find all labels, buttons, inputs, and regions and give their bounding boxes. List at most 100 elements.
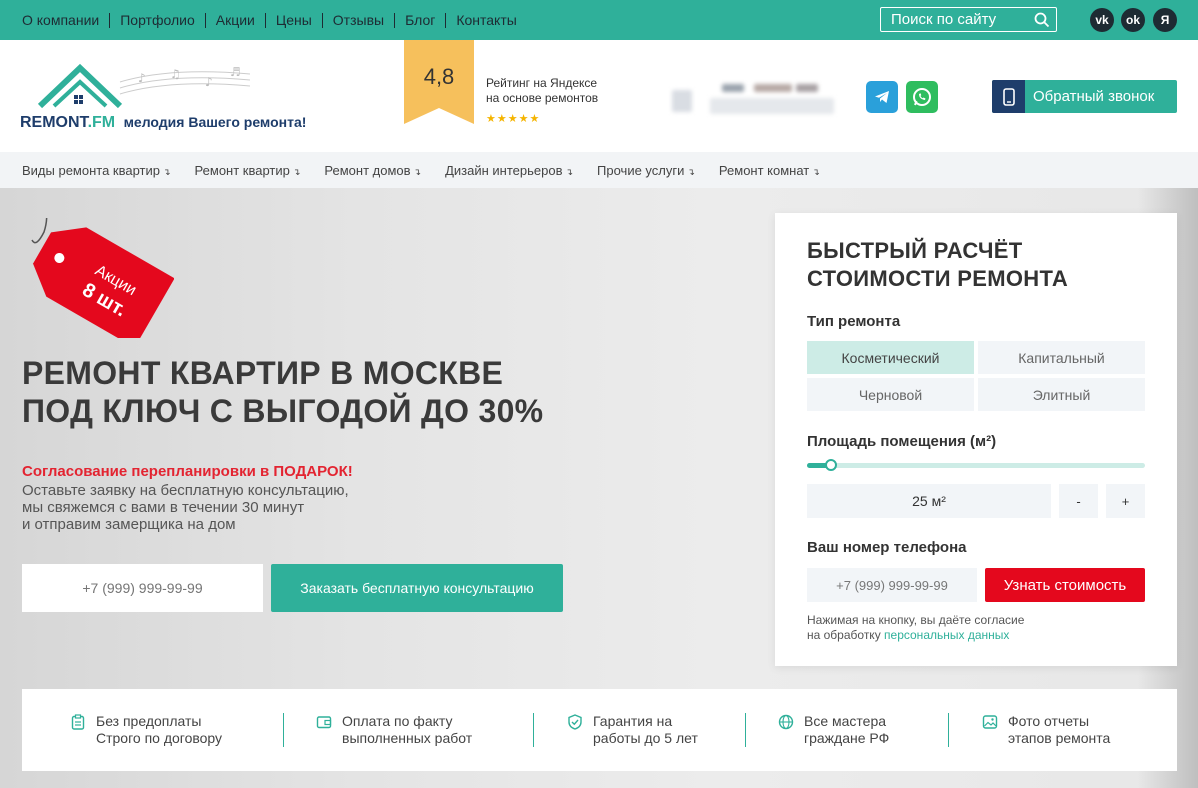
- subnav-interior-design[interactable]: Дизайн интерьеров ↴: [445, 163, 573, 178]
- telegram-icon[interactable]: [866, 81, 898, 113]
- area-slider-handle[interactable]: [825, 459, 837, 471]
- feature-line2: работы до 5 лет: [593, 730, 698, 746]
- chevron-down-icon: ↴: [163, 166, 171, 177]
- subnav-label: Прочие услуги: [597, 162, 685, 178]
- free-consultation-button[interactable]: Заказать бесплатную консультацию: [271, 564, 563, 612]
- feature-line2: выполненных работ: [342, 730, 473, 746]
- chevron-down-icon: ↴: [292, 166, 301, 177]
- repair-type-capital[interactable]: Капитальный: [978, 341, 1145, 374]
- feature-russian-masters: Все мастера граждане РФ: [778, 713, 889, 747]
- consent-note: Нажимая на кнопку, вы даёте согласие на …: [807, 613, 1024, 643]
- hero-phone-input[interactable]: [22, 564, 263, 612]
- logo-text[interactable]: REMONT.FM мелодия Вашего ремонта!: [20, 114, 306, 132]
- subnav-apartment-repair[interactable]: Ремонт квартир ↴: [195, 163, 301, 178]
- logo-tagline: мелодия Вашего ремонта!: [123, 114, 307, 130]
- top-bar: О компании Портфолио Акции Цены Отзывы Б…: [0, 0, 1198, 40]
- chevron-down-icon: ↴: [687, 166, 695, 177]
- shield-check-icon: [568, 714, 582, 730]
- subnav-label: Ремонт квартир: [194, 162, 290, 178]
- hero-title: РЕМОНТ КВАРТИР В МОСКВЕ ПОД КЛЮЧ С ВЫГОД…: [22, 354, 543, 430]
- phone-icon: [992, 80, 1025, 113]
- get-price-button[interactable]: Узнать стоимость: [985, 568, 1145, 602]
- topnav-prices[interactable]: Цены: [264, 12, 322, 28]
- rating-stars: ★★★★★: [486, 113, 541, 125]
- logo-house-icon[interactable]: ♪ ♫ ♪ ♬: [20, 62, 260, 112]
- feature-divider: [745, 713, 746, 747]
- topnav-portfolio[interactable]: Портфолио: [109, 12, 205, 28]
- feature-line2: граждане РФ: [804, 730, 890, 746]
- whatsapp-icon[interactable]: [906, 81, 938, 113]
- rating-caption: Рейтинг на Яндексе на основе ремонтов: [486, 76, 598, 106]
- subnav-label: Дизайн интерьеров: [445, 162, 563, 178]
- consent-line2-prefix: на обработку: [807, 628, 885, 642]
- area-increment-button[interactable]: +: [1106, 484, 1145, 518]
- header: ♪ ♫ ♪ ♬ REMONT.FM мелодия Вашего ремонта…: [0, 40, 1198, 152]
- subnav-house-repair[interactable]: Ремонт домов ↴: [324, 163, 421, 178]
- features-bar: Без предоплаты Строго по договору Оплата …: [22, 689, 1177, 771]
- calculator-phone-input[interactable]: +7 (999) 999-99-99: [807, 568, 977, 602]
- repair-type-rough[interactable]: Черновой: [807, 378, 974, 411]
- wallet-icon: [316, 716, 332, 729]
- repair-type-label: Тип ремонта: [807, 313, 901, 330]
- feature-divider: [283, 713, 284, 747]
- feature-no-prepayment: Без предоплаты Строго по договору: [70, 713, 222, 747]
- calculator-title-line1: БЫСТРЫЙ РАСЧЁТ: [807, 238, 1023, 263]
- clipboard-icon: [71, 714, 85, 730]
- hero-title-line2: ПОД КЛЮЧ С ВЫГОДОЙ ДО 30%: [22, 393, 544, 429]
- chevron-down-icon: ↴: [812, 166, 820, 177]
- repair-type-elite[interactable]: Элитный: [978, 378, 1145, 411]
- image-icon: [982, 715, 998, 729]
- feature-line1: Гарантия на: [593, 713, 673, 729]
- hero-subtitle: Оставьте заявку на бесплатную консультац…: [22, 482, 349, 533]
- topnav-promotions[interactable]: Акции: [204, 12, 265, 28]
- feature-pay-on-completion: Оплата по факту выполненных работ: [316, 713, 472, 747]
- odnoklassniki-icon[interactable]: ok: [1121, 8, 1145, 32]
- feature-line1: Фото отчеты: [1008, 713, 1090, 729]
- callback-button[interactable]: Обратный звонок: [992, 80, 1177, 113]
- feature-line1: Все мастера: [804, 713, 887, 729]
- area-value[interactable]: 25 м²: [807, 484, 1051, 518]
- feature-line2: этапов ремонта: [1008, 730, 1111, 746]
- svg-text:♪: ♪: [138, 71, 146, 85]
- rating-line2: на основе ремонтов: [486, 91, 599, 105]
- topnav-blog[interactable]: Блог: [394, 12, 445, 28]
- svg-text:♪: ♪: [205, 75, 213, 89]
- feature-line1: Без предоплаты: [96, 713, 202, 729]
- svg-text:♬: ♬: [230, 65, 241, 79]
- phone-number-blurred[interactable]: [670, 80, 835, 122]
- globe-icon: [778, 714, 794, 730]
- subnav-apartment-repair-types[interactable]: Виды ремонта квартир ↴: [22, 163, 171, 178]
- site-search[interactable]: Поиск по сайту: [880, 7, 1057, 32]
- feature-photo-reports: Фото отчеты этапов ремонта: [982, 713, 1110, 747]
- chevron-down-icon: ↴: [413, 166, 422, 177]
- calculator-title-line2: СТОИМОСТИ РЕМОНТА: [807, 266, 1069, 291]
- topnav-about[interactable]: О компании: [22, 12, 109, 28]
- rating-value: 4,8: [423, 64, 455, 89]
- logo-brand: REMONT: [20, 114, 88, 131]
- feature-line1: Оплата по факту: [342, 713, 453, 729]
- phone-label: Ваш номер телефона: [807, 539, 967, 556]
- topnav-reviews[interactable]: Отзывы: [321, 12, 394, 28]
- repair-type-cosmetic[interactable]: Косметический: [807, 341, 974, 374]
- rating-line1: Рейтинг на Яндексе: [486, 76, 598, 90]
- subnav-label: Ремонт домов: [324, 162, 411, 178]
- yandex-icon[interactable]: Я: [1153, 8, 1177, 32]
- chevron-down-icon: ↴: [565, 166, 574, 177]
- area-decrement-button[interactable]: -: [1059, 484, 1098, 518]
- hero-title-line1: РЕМОНТ КВАРТИР В МОСКВЕ: [22, 355, 504, 391]
- search-icon: [1034, 12, 1050, 27]
- feature-line2: Строго по договору: [96, 730, 223, 746]
- promotions-tag[interactable]: Акции 8 шт.: [14, 218, 174, 338]
- svg-text:♫: ♫: [170, 67, 181, 81]
- calculator-title: БЫСТРЫЙ РАСЧЁТ СТОИМОСТИ РЕМОНТА: [807, 237, 1068, 293]
- topnav-contacts[interactable]: Контакты: [445, 12, 526, 28]
- subnav-other-services[interactable]: Прочие услуги ↴: [597, 163, 695, 178]
- personal-data-link[interactable]: персональных данных: [884, 628, 1009, 642]
- area-slider-track[interactable]: [807, 463, 1145, 468]
- logo-brand-suffix: .FM: [87, 114, 116, 131]
- subnav-room-repair[interactable]: Ремонт комнат ↴: [719, 163, 820, 178]
- search-label: Поиск по сайту: [891, 11, 997, 28]
- cost-calculator: БЫСТРЫЙ РАСЧЁТ СТОИМОСТИ РЕМОНТА Тип рем…: [775, 213, 1177, 666]
- consent-line1: Нажимая на кнопку, вы даёте согласие: [807, 613, 1025, 627]
- vk-icon[interactable]: vk: [1090, 8, 1114, 32]
